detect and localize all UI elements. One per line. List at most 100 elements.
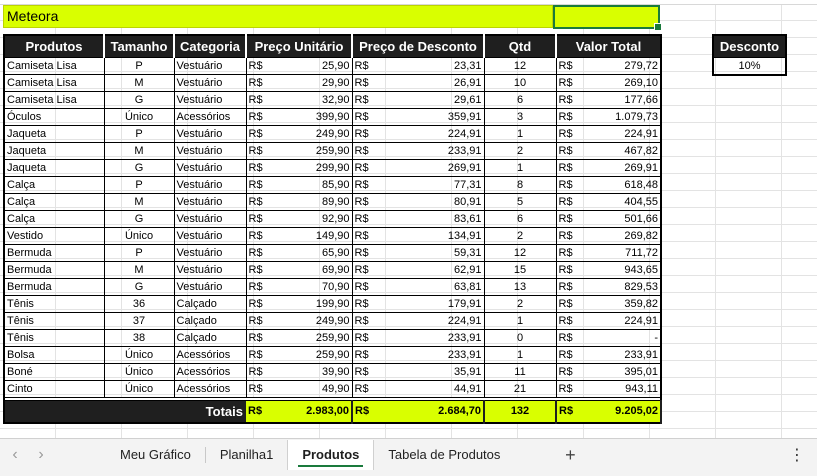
header-produtos[interactable]: Produtos [4,35,105,58]
cell-categoria[interactable]: Acessórios [173,363,247,381]
cell-desconto[interactable]: R$ 359,91 [351,108,485,126]
discount-value[interactable]: 10% [713,57,786,75]
cell-qtd[interactable]: 12 [483,57,557,75]
cell-tamanho[interactable]: 37 [103,312,175,330]
cell-qtd[interactable]: 0 [483,329,557,347]
cell-produto[interactable]: Vestido [3,227,105,245]
tab-planilha1[interactable]: Planilha1 [206,440,288,470]
cell-preco[interactable]: R$ 399,90 [245,108,353,126]
header-valor-total[interactable]: Valor Total [556,35,661,58]
cell-total[interactable]: R$ 829,53 [555,278,662,296]
cell-preco[interactable]: R$ 65,90 [245,244,353,262]
cell-produto[interactable]: Bermuda [3,244,105,262]
more-options-icon[interactable]: ⋮ [789,445,805,465]
cell-preco[interactable]: R$ 39,90 [245,363,353,381]
cell-qtd[interactable]: 5 [483,193,557,211]
totals-desconto[interactable]: R$ 2.684,70 [352,400,485,423]
cell-total[interactable]: R$ 501,66 [555,210,662,228]
cell-preco[interactable]: R$ 32,90 [245,91,353,109]
cell-produto[interactable]: Jaqueta [3,142,105,160]
cell-preco[interactable]: R$ 149,90 [245,227,353,245]
cell-tamanho[interactable]: G [103,159,175,177]
cell-tamanho[interactable]: M [103,142,175,160]
cell-total[interactable]: R$ 618,48 [555,176,662,194]
cell-preco[interactable]: R$ 199,90 [245,295,353,313]
cell-total[interactable]: R$ 395,01 [555,363,662,381]
cell-total[interactable]: R$ 943,65 [555,261,662,279]
cell-categoria[interactable]: Vestuário [173,193,247,211]
cell-categoria[interactable]: Vestuário [173,244,247,262]
cell-total[interactable]: R$ 467,82 [555,142,662,160]
cell-tamanho[interactable]: M [103,74,175,92]
cell-total[interactable]: R$ 177,66 [555,91,662,109]
cell-qtd[interactable]: 1 [483,312,557,330]
tab-produtos[interactable]: Produtos [287,440,375,470]
cell-preco[interactable]: R$ 259,90 [245,329,353,347]
cell-total[interactable]: R$ 233,91 [555,346,662,364]
cell-preco[interactable]: R$ 249,90 [245,312,353,330]
cell-qtd[interactable]: 6 [483,91,557,109]
cell-qtd[interactable]: 2 [483,142,557,160]
cell-total[interactable]: R$ 711,72 [555,244,662,262]
cell-qtd[interactable]: 3 [483,108,557,126]
cell-preco[interactable]: R$ 92,90 [245,210,353,228]
title-cell[interactable]: Meteora [3,5,553,28]
cell-categoria[interactable]: Calçado [173,329,247,347]
cell-desconto[interactable]: R$ 179,91 [351,295,485,313]
cell-tamanho[interactable]: P [103,57,175,75]
cell-qtd[interactable]: 1 [483,159,557,177]
cell-preco[interactable]: R$ 299,90 [245,159,353,177]
cell-qtd[interactable]: 8 [483,176,557,194]
cell-preco[interactable]: R$ 69,90 [245,261,353,279]
header-qtd[interactable]: Qtd [484,35,557,58]
cell-desconto[interactable]: R$ 233,91 [351,142,485,160]
totals-valor[interactable]: R$ 9.205,02 [556,400,662,423]
cell-preco[interactable]: R$ 25,90 [245,57,353,75]
cell-tamanho[interactable]: G [103,91,175,109]
discount-header[interactable]: Desconto [713,35,786,58]
header-categoria[interactable]: Categoria [174,35,247,58]
cell-categoria[interactable]: Vestuário [173,125,247,143]
totals-qtd[interactable]: 132 [484,400,557,423]
cell-total[interactable]: R$ 943,11 [555,380,662,398]
cell-produto[interactable]: Boné [3,363,105,381]
cell-produto[interactable]: Jaqueta [3,159,105,177]
cell-total[interactable]: R$ 359,82 [555,295,662,313]
cell-desconto[interactable]: R$ 80,91 [351,193,485,211]
cell-desconto[interactable]: R$ 62,91 [351,261,485,279]
cell-qtd[interactable]: 13 [483,278,557,296]
cell-qtd[interactable]: 2 [483,227,557,245]
cell-preco[interactable]: R$ 85,90 [245,176,353,194]
cell-categoria[interactable]: Calçado [173,295,247,313]
cell-qtd[interactable]: 21 [483,380,557,398]
cell-preco[interactable]: R$ 259,90 [245,346,353,364]
cell-qtd[interactable]: 12 [483,244,557,262]
header-tamanho[interactable]: Tamanho [104,35,175,58]
cell-categoria[interactable]: Vestuário [173,261,247,279]
cell-qtd[interactable]: 1 [483,346,557,364]
cell-desconto[interactable]: R$ 224,91 [351,125,485,143]
tab-meu-grafico[interactable]: Meu Gráfico [106,440,205,470]
cell-qtd[interactable]: 11 [483,363,557,381]
cell-tamanho[interactable]: Único [103,346,175,364]
cell-produto[interactable]: Tênis [3,295,105,313]
cell-preco[interactable]: R$ 70,90 [245,278,353,296]
fill-handle[interactable] [654,23,662,31]
cell-desconto[interactable]: R$ 233,91 [351,346,485,364]
add-sheet-icon[interactable]: + [558,445,582,466]
cell-tamanho[interactable]: M [103,261,175,279]
cell-tamanho[interactable]: Único [103,227,175,245]
cell-desconto[interactable]: R$ 224,91 [351,312,485,330]
cell-total[interactable]: R$ 1.079,73 [555,108,662,126]
cell-tamanho[interactable]: P [103,125,175,143]
cell-qtd[interactable]: 6 [483,210,557,228]
cell-categoria[interactable]: Vestuário [173,227,247,245]
cell-produto[interactable]: Bermuda [3,278,105,296]
cell-categoria[interactable]: Vestuário [173,57,247,75]
cell-qtd[interactable]: 2 [483,295,557,313]
totals-preco[interactable]: R$ 2.983,00 [246,400,353,423]
cell-tamanho[interactable]: M [103,193,175,211]
cell-categoria[interactable]: Acessórios [173,380,247,398]
cell-produto[interactable]: Bermuda [3,261,105,279]
cell-desconto[interactable]: R$ 134,91 [351,227,485,245]
